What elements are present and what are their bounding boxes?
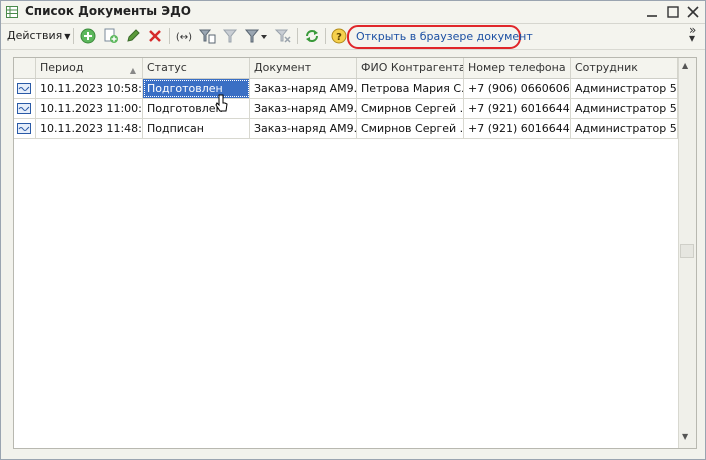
add-icon[interactable]: [79, 27, 97, 45]
column-header-employee[interactable]: Сотрудник: [571, 58, 678, 78]
column-header-label: Документ: [254, 61, 312, 74]
column-header-label: Сотрудник: [575, 61, 638, 74]
document-row-icon: [17, 83, 31, 94]
column-header-status[interactable]: Статус: [143, 58, 250, 78]
open-in-browser-highlight: Открыть в браузере документ: [347, 25, 533, 49]
cell-document[interactable]: Заказ-наряд АМ9...: [250, 99, 357, 118]
toolbar-divider: [73, 28, 74, 44]
copy-icon[interactable]: [102, 27, 120, 45]
cell-employee[interactable]: Администратор 5S: [571, 119, 678, 138]
edo-documents-window: Список Документы ЭДО Действия ▼ (↔) ? От…: [0, 0, 706, 460]
interval-icon[interactable]: (↔): [175, 27, 193, 45]
table-row[interactable]: 10.11.2023 11:48:... Подписан Заказ-наря…: [14, 119, 678, 139]
cell-status[interactable]: Подготовлен: [143, 99, 250, 118]
cell-period[interactable]: 10.11.2023 10:58:...: [36, 79, 143, 98]
document-row-icon: [17, 123, 31, 134]
cell-period[interactable]: 10.11.2023 11:48:...: [36, 119, 143, 138]
toolbar: Действия ▼ (↔) ? Открыть в браузере доку…: [1, 24, 705, 50]
filter-icon[interactable]: [221, 27, 239, 45]
toolbar-divider: [297, 28, 298, 44]
refresh-icon[interactable]: [303, 27, 321, 45]
actions-menu-button[interactable]: Действия ▼: [7, 29, 70, 47]
column-header-phone[interactable]: Номер телефона: [464, 58, 571, 78]
cell-status[interactable]: Подготовлен: [143, 79, 250, 98]
clear-filter-icon[interactable]: [274, 27, 292, 45]
cell-document[interactable]: Заказ-наряд АМ9...: [250, 79, 357, 98]
close-icon[interactable]: [686, 5, 700, 19]
documents-table: Период ▲ Статус Документ ФИО Контрагента…: [13, 57, 697, 449]
cell-period[interactable]: 10.11.2023 11:00:...: [36, 99, 143, 118]
table-header: Период ▲ Статус Документ ФИО Контрагента…: [14, 58, 678, 79]
column-header-label: Номер телефона: [468, 61, 566, 74]
column-header-label: Период: [40, 61, 84, 74]
cell-contractor[interactable]: Смирнов Сергей ...: [357, 119, 464, 138]
row-icon-cell: [14, 119, 36, 138]
header-icon-column: [14, 58, 36, 78]
vertical-scrollbar[interactable]: ▲ ▼: [678, 58, 696, 448]
scroll-down-icon[interactable]: ▼: [682, 432, 688, 441]
actions-label: Действия: [7, 29, 63, 42]
toolbar-divider: [169, 28, 170, 44]
edit-icon[interactable]: [124, 27, 142, 45]
sort-ascending-icon: ▲: [129, 66, 136, 75]
cell-phone[interactable]: +7 (921) 6016644: [464, 99, 571, 118]
table-row[interactable]: 10.11.2023 10:58:... Подготовлен Заказ-н…: [14, 79, 678, 99]
window-title: Список Документы ЭДО: [25, 4, 192, 18]
cell-employee[interactable]: Администратор 5S: [571, 79, 678, 98]
cell-employee[interactable]: Администратор 5S: [571, 99, 678, 118]
help-icon[interactable]: ?: [330, 27, 348, 45]
column-header-period[interactable]: Период ▲: [36, 58, 143, 78]
cell-phone[interactable]: +7 (921) 6016644: [464, 119, 571, 138]
scrollbar-thumb[interactable]: [680, 244, 694, 258]
filter-list-icon[interactable]: [198, 27, 216, 45]
cell-contractor[interactable]: Петрова Мария С...: [357, 79, 464, 98]
delete-icon[interactable]: [146, 27, 164, 45]
open-in-browser-button[interactable]: Открыть в браузере документ: [356, 30, 533, 43]
cell-document[interactable]: Заказ-наряд АМ9...: [250, 119, 357, 138]
document-row-icon: [17, 103, 31, 114]
toolbar-overflow-icon[interactable]: » ▾: [689, 24, 696, 44]
cell-status[interactable]: Подписан: [143, 119, 250, 138]
cell-phone[interactable]: +7 (906) 0660606: [464, 79, 571, 98]
toolbar-divider: [325, 28, 326, 44]
chevron-down-icon: ▼: [64, 32, 71, 41]
scroll-up-icon[interactable]: ▲: [682, 61, 688, 70]
list-icon: [6, 6, 18, 18]
svg-text:(↔): (↔): [176, 32, 192, 43]
cell-contractor[interactable]: Смирнов Сергей ...: [357, 99, 464, 118]
column-header-label: Статус: [147, 61, 187, 74]
column-header-label: ФИО Контрагента: [361, 61, 464, 74]
column-header-contractor[interactable]: ФИО Контрагента: [357, 58, 464, 78]
minimize-icon[interactable]: [645, 5, 659, 19]
row-icon-cell: [14, 79, 36, 98]
title-bar: Список Документы ЭДО: [1, 1, 705, 24]
mouse-cursor-icon: [215, 94, 228, 112]
column-header-document[interactable]: Документ: [250, 58, 357, 78]
maximize-icon[interactable]: [666, 5, 680, 19]
table-row[interactable]: 10.11.2023 11:00:... Подготовлен Заказ-н…: [14, 99, 678, 119]
filter-menu-icon[interactable]: [244, 27, 268, 45]
svg-text:?: ?: [336, 32, 342, 43]
row-icon-cell: [14, 99, 36, 118]
